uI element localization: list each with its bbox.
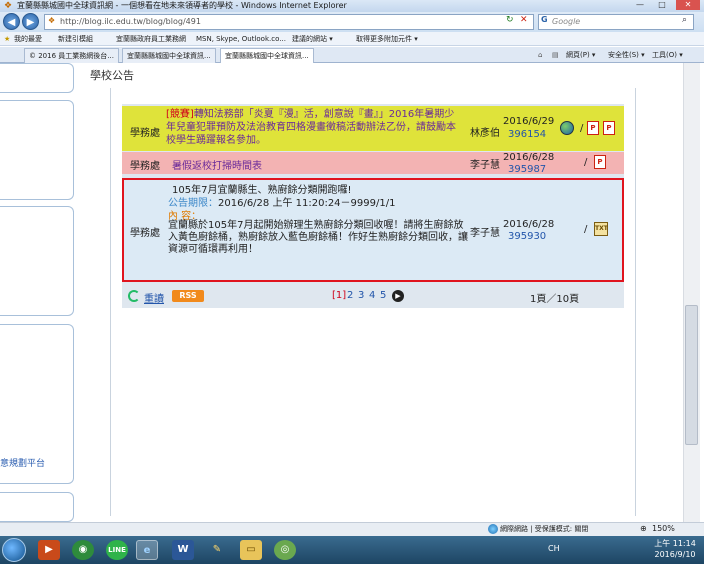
announcement-title[interactable]: 轉知法務部「炎夏『漫』活，創意說『畫』」2016年暑期少年兒童犯罪預防及法治教育…: [166, 109, 456, 146]
favorite-item[interactable]: 新建引模組: [58, 32, 93, 46]
page-menu[interactable]: 網頁(P) ▾: [566, 48, 595, 63]
vertical-scrollbar[interactable]: [683, 63, 700, 522]
reload-icon[interactable]: [128, 290, 140, 302]
sidebar-box: [0, 492, 74, 522]
media-player-icon[interactable]: ▶: [38, 540, 60, 560]
author-cell: 李子慧: [470, 228, 500, 239]
pdf-icon[interactable]: P: [603, 121, 615, 135]
close-button[interactable]: ✕: [676, 0, 700, 10]
window-title: 宜蘭縣縣城國中全球資訊網 - 一個想看在地未來領導者的學校 - Windows …: [17, 1, 347, 10]
globe-icon[interactable]: [560, 121, 574, 135]
tab[interactable]: 宜蘭縣縣城國中全球資訊...: [122, 48, 216, 63]
view-count: 395930: [508, 231, 547, 242]
zoom-level[interactable]: 150%: [652, 523, 675, 535]
page-link[interactable]: 2: [347, 290, 353, 301]
start-button[interactable]: [2, 538, 26, 562]
page-link[interactable]: 4: [369, 290, 375, 301]
date-cell: 2016/6/29: [503, 116, 555, 127]
scrollbar-thumb[interactable]: [685, 305, 698, 445]
view-count: 395987: [508, 164, 547, 175]
date-cell: 2016/6/28: [503, 152, 555, 163]
app-icon[interactable]: ◎: [274, 540, 296, 560]
google-icon: G: [541, 15, 548, 24]
search-icon[interactable]: ⌕: [682, 15, 687, 25]
announcement-link[interactable]: [競賽]轉知法務部「炎夏『漫』活，創意說『畫』」2016年暑期少年兒童犯罪預防及…: [166, 108, 464, 147]
clock-time[interactable]: 上午 11:14: [652, 538, 698, 549]
search-input[interactable]: Google: [552, 14, 580, 30]
favorite-item[interactable]: MSN, Skype, Outlook.co...: [196, 32, 286, 46]
author-cell: 林彥伯: [470, 128, 500, 139]
safety-menu[interactable]: 安全性(S) ▾: [608, 48, 645, 63]
clock-date[interactable]: 2016/9/10: [652, 550, 698, 559]
internet-explorer-icon[interactable]: e: [136, 540, 158, 560]
refresh-icon[interactable]: ↻: [506, 15, 514, 25]
sidebar-link[interactable]: 意規劃平台: [0, 456, 45, 469]
favorite-item[interactable]: 建議的網站 ▾: [292, 32, 333, 46]
favorites-button[interactable]: 我的最愛: [14, 32, 42, 46]
tab-active[interactable]: 宜蘭縣縣城國中全球資訊...: [220, 48, 314, 63]
home-icon[interactable]: ⌂: [538, 48, 542, 63]
chrome-icon[interactable]: ◉: [72, 540, 94, 560]
favorite-item[interactable]: 宜蘭縣政府員工業務網: [116, 32, 186, 46]
tab[interactable]: © 2016 員工業務網後台...: [24, 48, 119, 63]
minimize-button[interactable]: —: [630, 0, 650, 10]
sidebar-box: [0, 206, 74, 316]
page-info: 1頁／10頁: [530, 294, 580, 305]
period-line: 公告期限：2016/6/28 上午 11:20:24－9999/1/1: [168, 194, 395, 209]
announcement-content: 宜蘭縣於105年7月起開始辦理生熟廚餘分類回收喔！請將生廚餘放入黃色廚餘桶，熟廚…: [168, 220, 468, 255]
dept-cell: 學務處: [130, 128, 160, 139]
tools-menu[interactable]: 工具(O) ▾: [652, 48, 683, 63]
page-link[interactable]: 5: [380, 290, 386, 301]
view-count: 396154: [508, 129, 547, 140]
favorites-star-icon[interactable]: ★: [4, 32, 10, 46]
page-current[interactable]: [1]: [332, 290, 346, 301]
category-tag: [競賽]: [166, 109, 194, 120]
rss-button[interactable]: RSS: [172, 290, 204, 302]
input-language[interactable]: CH: [548, 544, 560, 553]
ie-icon: ❖: [4, 1, 13, 11]
dept-cell: 學務處: [130, 228, 160, 239]
favorites-bar: [0, 32, 704, 46]
feed-icon[interactable]: ▤: [552, 48, 559, 63]
stop-icon[interactable]: ✕: [520, 15, 528, 25]
separator: /: [584, 224, 588, 235]
page-title: 學校公告: [90, 69, 134, 82]
maximize-button[interactable]: □: [652, 0, 672, 10]
period-value: 2016/6/28 上午 11:20:24－9999/1/1: [218, 198, 396, 209]
pdf-icon[interactable]: P: [594, 155, 606, 169]
folder-icon[interactable]: ▭: [240, 540, 262, 560]
separator: /: [584, 157, 588, 168]
word-icon[interactable]: W: [172, 540, 194, 560]
date-cell: 2016/6/28: [503, 219, 555, 230]
announcement-title[interactable]: 暑假返校打掃時間表: [172, 157, 262, 172]
status-bar: [0, 522, 704, 536]
dept-cell: 學務處: [130, 161, 160, 172]
page-link[interactable]: 3: [358, 290, 364, 301]
sidebar-box: [0, 100, 74, 200]
sidebar-box: [0, 63, 74, 93]
site-icon: ❖: [48, 16, 56, 25]
separator: /: [580, 123, 584, 134]
internet-zone-icon: [488, 524, 498, 534]
paint-icon[interactable]: ✎: [206, 540, 228, 560]
forward-icon[interactable]: ▶: [22, 13, 39, 30]
reload-link[interactable]: 重讀: [144, 290, 164, 305]
address-input[interactable]: http://blog.ilc.edu.tw/blog/blog/491: [60, 14, 201, 30]
zone-status: 網際網路 | 受保護模式: 關閉: [500, 525, 589, 533]
favorite-item[interactable]: 取得更多附加元件 ▾: [356, 32, 418, 46]
author-cell: 李子慧: [470, 160, 500, 171]
pdf-icon[interactable]: P: [587, 121, 599, 135]
next-page-icon[interactable]: ▶: [392, 290, 404, 302]
back-icon[interactable]: ◀: [3, 13, 20, 30]
zoom-icon[interactable]: ⊕: [640, 523, 647, 535]
document-icon[interactable]: TXT: [594, 222, 608, 236]
line-icon[interactable]: LINE: [106, 540, 128, 560]
